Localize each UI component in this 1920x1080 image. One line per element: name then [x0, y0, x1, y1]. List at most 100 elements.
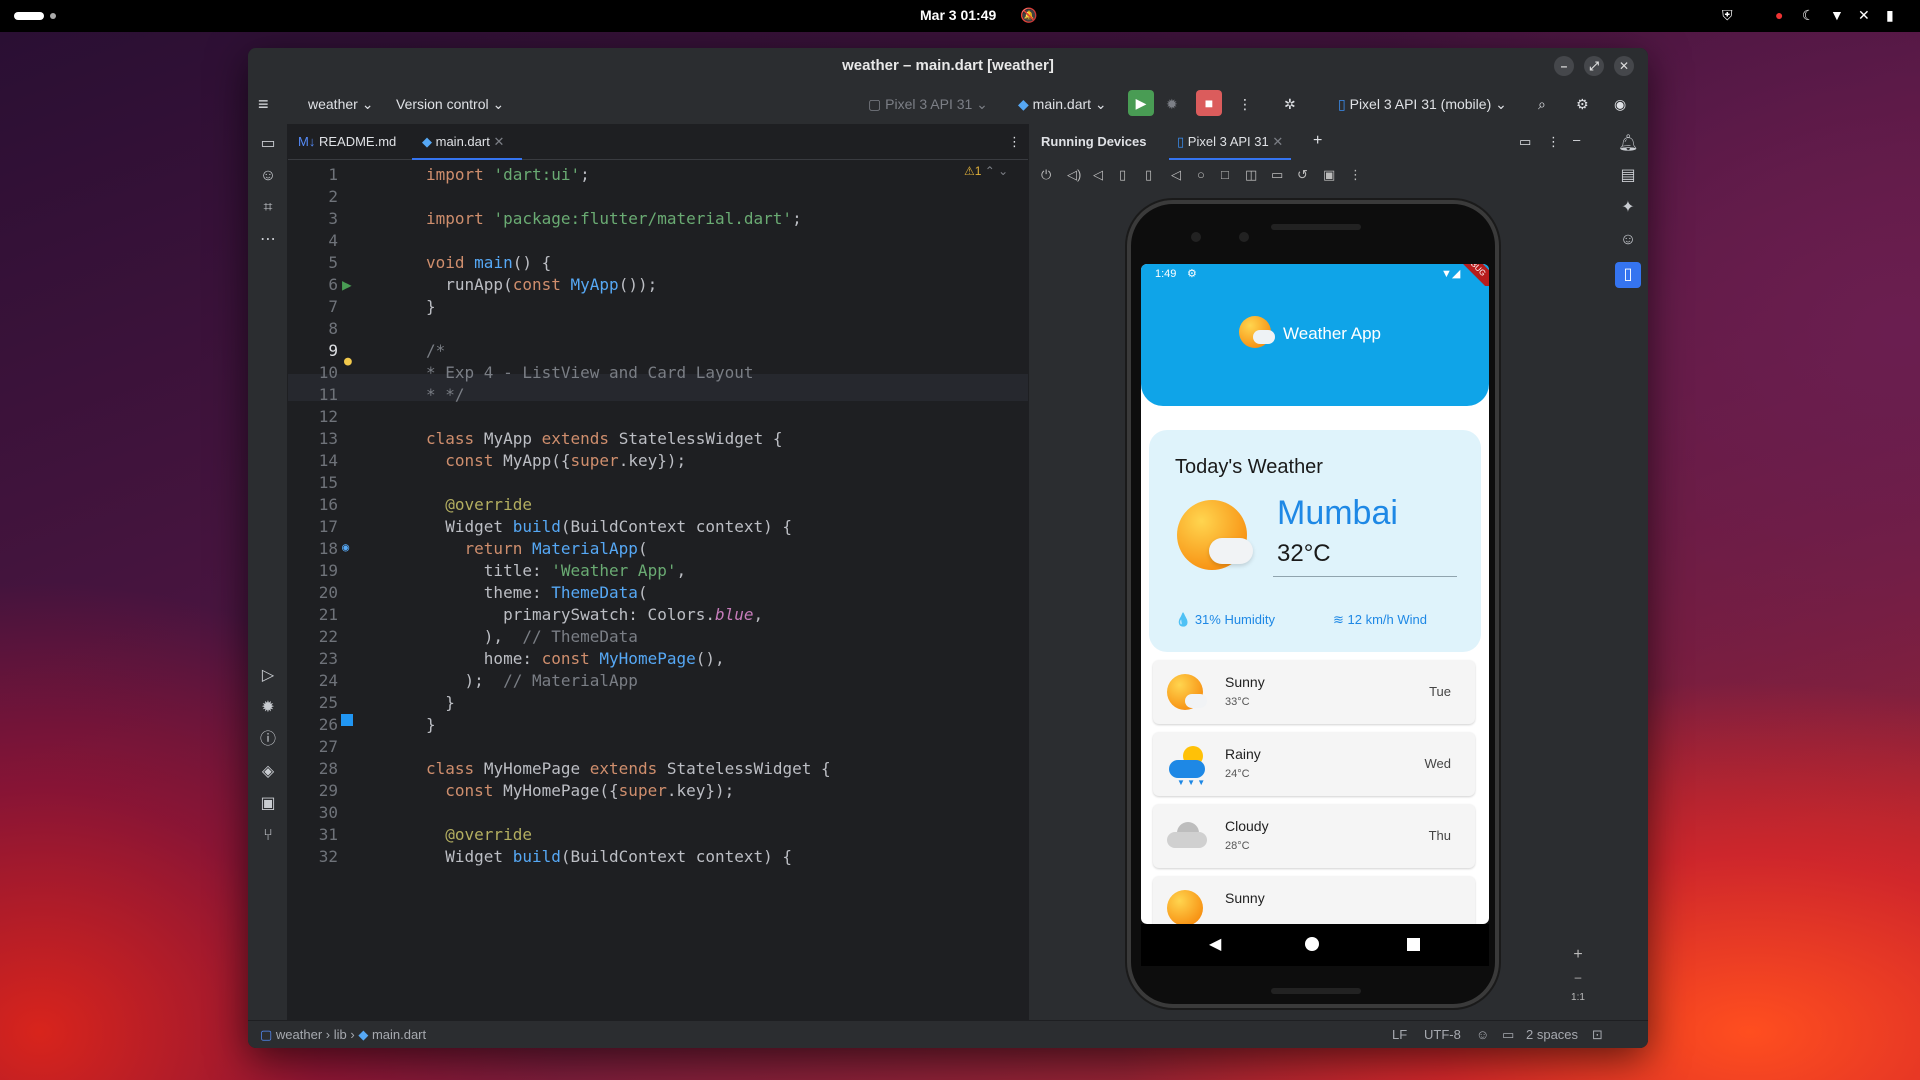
add-device-icon[interactable]: + [1313, 132, 1322, 150]
gemini-icon[interactable]: ✦ [1618, 198, 1638, 218]
today-weather-card[interactable]: Today's Weather Mumbai 32°C 💧 31% Humidi… [1149, 430, 1481, 652]
activities-indicator[interactable] [14, 12, 44, 20]
settings-icon[interactable]: ⚙ [1576, 94, 1589, 114]
override-gutter-icon[interactable]: ◉ [342, 540, 349, 554]
vcs-menu[interactable]: Version control ⌄ [396, 94, 504, 114]
account-icon[interactable]: ◉ [1614, 94, 1626, 114]
tab-main-dart[interactable]: ◆ main.dart ✕ [412, 124, 522, 160]
sun-cloud-icon [1167, 890, 1207, 924]
zoom-actual-size[interactable]: 1:1 [1563, 992, 1593, 1018]
code-line-20: theme: ThemeData( [483, 583, 648, 602]
flutter-inspector-icon[interactable]: ✲ [1284, 94, 1296, 114]
microphone-icon: ● [1775, 7, 1784, 23]
copilot-chat-icon[interactable]: ☺ [1618, 230, 1638, 250]
front-camera-icon [1239, 232, 1249, 242]
git-icon[interactable]: ⑂ [258, 826, 278, 846]
rotate-right-icon[interactable]: ▯ [1145, 167, 1152, 183]
running-devices-icon[interactable]: ▯ [1615, 262, 1641, 288]
file-encoding[interactable]: UTF-8 [1424, 1027, 1461, 1042]
phone-icon: ▯ [1177, 134, 1185, 149]
back-icon[interactable]: ◁ [1171, 167, 1181, 183]
maximize-button[interactable]: ⤢ [1584, 56, 1604, 76]
panel-options-icon[interactable]: ⋮ [1547, 134, 1560, 150]
main-menu-icon[interactable]: ≡ [258, 94, 269, 114]
project-selector[interactable]: weather ⌄ [308, 94, 373, 114]
volume-down-icon[interactable]: ◁ [1093, 167, 1103, 183]
home-icon[interactable]: ○ [1197, 167, 1205, 182]
warning-indicator[interactable]: ⚠1 ⌃ ⌄ [964, 164, 1008, 178]
copilot-status-icon[interactable]: ☺ [1476, 1027, 1489, 1042]
terminal-icon[interactable]: ▣ [258, 794, 278, 814]
notifications-icon[interactable]: 🔔︎ [1618, 134, 1638, 154]
forecast-card[interactable]: Sunny 33°C Tue [1153, 660, 1475, 724]
nav-overview-icon[interactable] [1407, 938, 1420, 951]
problems-icon[interactable]: ⓘ [258, 730, 278, 750]
workspace-dot[interactable] [50, 13, 56, 19]
device-file-icon[interactable]: ▤ [1618, 166, 1638, 186]
run-gutter-icon[interactable]: ▶ [342, 275, 352, 294]
mirror-icon[interactable]: ▣ [1323, 167, 1335, 183]
running-devices-title: Running Devices [1041, 134, 1147, 149]
screen-record-icon[interactable]: ▭ [1271, 167, 1283, 183]
nav-home-icon[interactable] [1305, 937, 1319, 951]
volume-up-icon[interactable]: ◁) [1067, 167, 1081, 183]
line-number: 14 [318, 451, 338, 470]
zoom-in-icon[interactable]: + [1563, 946, 1593, 970]
close-tab-icon[interactable]: ✕ [1272, 134, 1283, 149]
debug-tool-icon[interactable]: ✹ [258, 698, 278, 718]
reset-icon[interactable]: ↺ [1297, 167, 1308, 183]
screenshot-icon[interactable]: ◫ [1245, 167, 1257, 183]
search-icon[interactable]: ⌕ [1538, 94, 1546, 114]
debug-icon[interactable]: ✹ [1166, 94, 1178, 114]
tab-options-icon[interactable]: ⋮ [998, 124, 1031, 160]
run-config-selector[interactable]: ◆ main.dart ⌄ [1018, 94, 1107, 114]
line-number: 24 [318, 671, 338, 690]
more-actions-icon[interactable]: ⋮ [1238, 94, 1252, 114]
battery-icon[interactable]: ▮ [1886, 7, 1894, 24]
nav-back-icon[interactable]: ◀ [1209, 934, 1221, 954]
overview-icon[interactable]: □ [1221, 167, 1229, 182]
minimize-button[interactable]: – [1554, 56, 1574, 76]
line-endings[interactable]: LF [1392, 1027, 1407, 1042]
line-number: 6 [328, 275, 338, 294]
tab-device[interactable]: ▯ Pixel 3 API 31 ✕ [1169, 124, 1292, 160]
code-line-23: home: const MyHomePage(), [483, 649, 725, 668]
forecast-card[interactable]: Cloudy 28°C Thu [1153, 804, 1475, 868]
more-options-icon[interactable]: ⋮ [1349, 167, 1362, 183]
power-icon[interactable]: ⏻ [1041, 167, 1051, 183]
hide-panel-icon[interactable]: – [1573, 132, 1580, 147]
color-swatch-blue[interactable] [341, 714, 353, 726]
zoom-out-icon[interactable]: – [1563, 970, 1593, 992]
close-window-button[interactable]: ✕ [1614, 56, 1634, 76]
forecast-day: Tue [1429, 684, 1451, 699]
lock-icon[interactable]: ⊡ [1592, 1027, 1603, 1043]
structure-icon[interactable]: ⌗ [258, 198, 278, 218]
line-number: 22 [318, 627, 338, 646]
phone-screen[interactable]: 1:49 ⚙ ▼◢ DEBUG Weather App Today's Weat… [1141, 264, 1489, 924]
layout-icon[interactable]: ▭ [1519, 134, 1531, 150]
close-tab-icon[interactable]: ✕ [493, 134, 504, 149]
window-titlebar[interactable]: weather – main.dart [weather] – ⤢ ✕ [248, 48, 1648, 84]
forecast-card[interactable]: Sunny [1153, 876, 1475, 924]
run-tool-icon[interactable]: ▷ [258, 666, 278, 686]
readonly-toggle-icon[interactable]: ▭ [1502, 1027, 1514, 1043]
stop-button[interactable]: ■ [1196, 90, 1222, 116]
line-number: 16 [318, 495, 338, 514]
copilot-icon[interactable]: ☺ [258, 166, 278, 186]
code-area[interactable]: ⚠1 ⌃ ⌄ 1 2 3 4 5 6 7 8 9 10 11 12 13 14 15 16 17 18 19 20 21… [288, 160, 1028, 996]
clock[interactable]: Mar 3 01:49 [920, 7, 996, 23]
target-device-selector[interactable]: ▢ Pixel 3 API 31 ⌄ [868, 94, 988, 114]
rotate-left-icon[interactable]: ▯ [1119, 167, 1126, 183]
run-button[interactable]: ▶ [1128, 90, 1154, 116]
indent-setting[interactable]: 2 spaces [1526, 1027, 1578, 1042]
breadcrumb[interactable]: ▢ weather › lib › ◆ main.dart [260, 1027, 426, 1043]
dart-analysis-icon[interactable]: ◈ [258, 762, 278, 782]
intention-bulb-icon[interactable]: ● [344, 354, 352, 369]
device-manager-selector[interactable]: ▯ Pixel 3 API 31 (mobile) ⌄ [1338, 94, 1507, 114]
code-line-13: class MyApp extends StatelessWidget { [426, 429, 783, 448]
forecast-card[interactable]: ▼ ▼ ▼ Rainy 24°C Wed [1153, 732, 1475, 796]
device-tab-label: Pixel 3 API 31 [1187, 134, 1269, 149]
project-folder-icon[interactable]: ▭ [258, 134, 278, 154]
more-tools-icon[interactable]: ⋯ [258, 230, 278, 250]
tab-readme[interactable]: M↓ README.md [288, 124, 406, 160]
